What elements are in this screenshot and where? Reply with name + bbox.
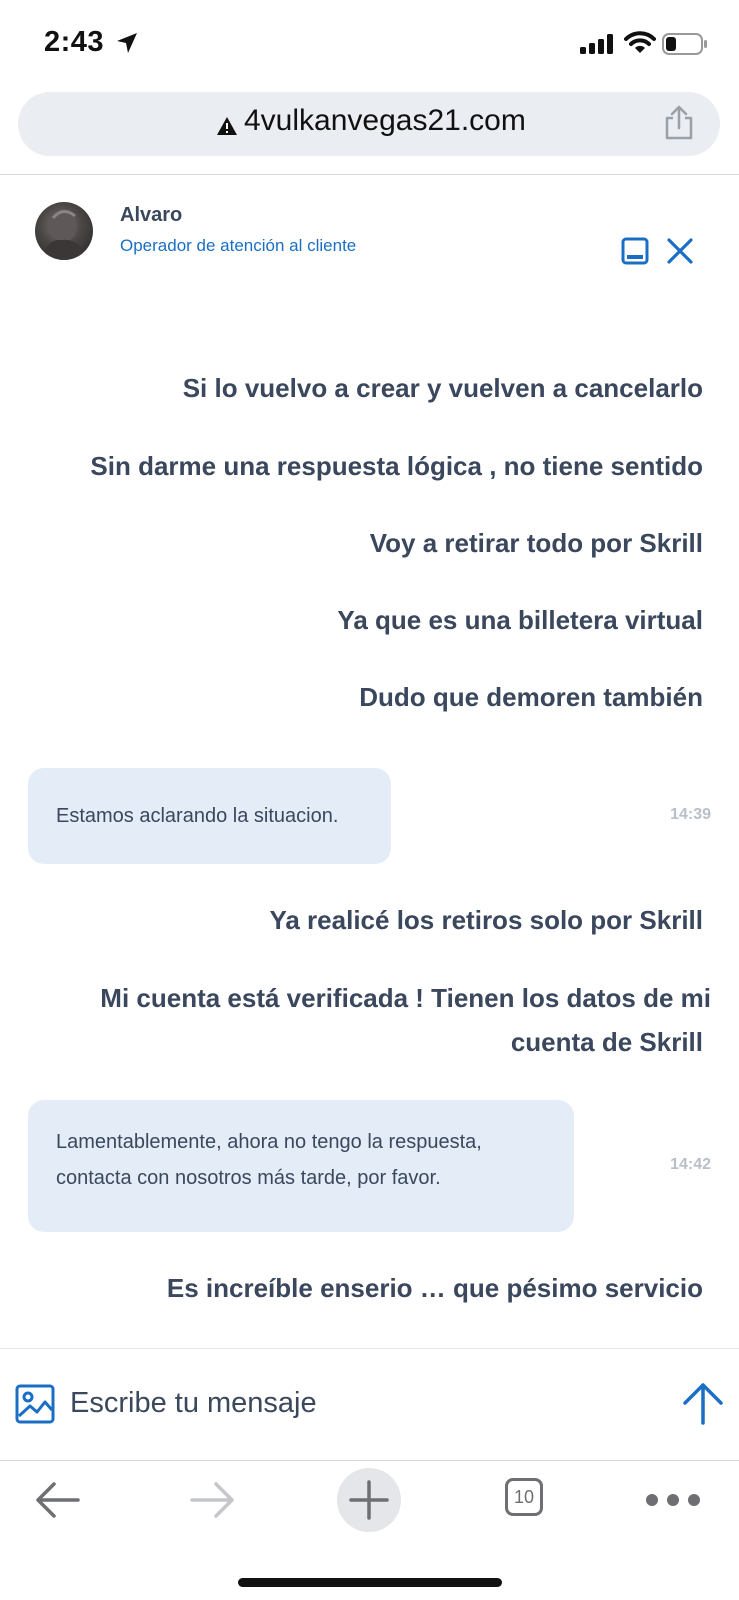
message-time: 14:42 [670, 1156, 711, 1173]
location-arrow-icon [117, 33, 137, 53]
user-message: Es increíble enserio … que pésimo servic… [166, 1273, 703, 1303]
wifi-icon [624, 31, 656, 53]
battery-icon [662, 33, 707, 55]
avatar-image-icon [43, 210, 85, 260]
user-message: Si lo vuelvo a crear y vuelven a cancela… [182, 373, 703, 403]
warning-icon [217, 117, 237, 135]
agent-role: Operador de atención al cliente [120, 236, 357, 255]
close-icon[interactable] [665, 236, 695, 266]
send-arrow-icon[interactable] [680, 1380, 726, 1426]
operator-message: Lamentablemente, ahora no tengo la respu… [28, 1100, 574, 1232]
operator-message: Estamos aclarando la situacion. [28, 768, 391, 864]
agent-name: Alvaro [120, 204, 183, 226]
divider [0, 174, 739, 175]
minimize-icon[interactable] [620, 236, 650, 266]
share-icon[interactable] [664, 104, 694, 140]
more-icon[interactable] [644, 1492, 702, 1508]
home-indicator [238, 1578, 502, 1587]
tabs-button[interactable]: 10 [505, 1478, 543, 1516]
operator-message-text: Estamos aclarando la situacion. [56, 805, 339, 827]
operator-message-line: Lamentablemente, ahora no tengo la respu… [56, 1131, 482, 1153]
user-message: Dudo que demoren también [359, 682, 703, 712]
avatar [35, 202, 93, 260]
user-message-line: cuenta de Skrill [510, 1027, 703, 1057]
user-message-line: Mi cuenta está verificada ! Tienen los d… [100, 983, 711, 1013]
message-input[interactable] [70, 1380, 630, 1426]
status-time: 2:43 [44, 26, 105, 58]
user-message: Mi cuenta está verificada ! Tienen los d… [100, 976, 711, 1064]
operator-message-line: contacta con nosotros más tarde, por fav… [56, 1167, 441, 1189]
forward-arrow-icon[interactable] [190, 1480, 236, 1520]
user-message: Ya realicé los retiros solo por Skrill [269, 905, 703, 935]
url-text[interactable]: 4vulkanvegas21.com [244, 104, 526, 138]
user-message: Sin darme una respuesta lógica , no tien… [90, 451, 703, 481]
divider [0, 1348, 739, 1349]
signal-icon [580, 34, 613, 54]
message-time: 14:39 [670, 806, 711, 823]
back-arrow-icon[interactable] [34, 1480, 80, 1520]
image-attach-icon[interactable] [15, 1384, 55, 1424]
user-message: Ya que es una billetera virtual [337, 605, 703, 635]
divider [0, 1460, 739, 1461]
plus-icon [349, 1480, 389, 1520]
user-message: Voy a retirar todo por Skrill [369, 528, 703, 558]
